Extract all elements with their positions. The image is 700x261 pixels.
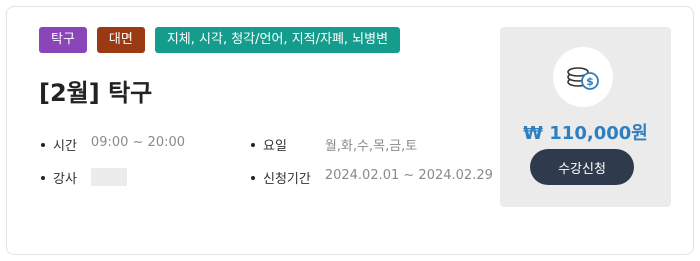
sport-badge: 탁구 <box>39 27 87 53</box>
info-right: 요일 월,화,수,목,금,토 신청기간 2024.02.01 ~ 2024.02… <box>251 135 493 187</box>
program-card: 탁구 대면 지체, 시각, 청각/언어, 지적/자폐, 뇌병변 [2월] 탁구 … <box>6 6 694 255</box>
time-value: 09:00 ~ 20:00 <box>90 135 186 150</box>
mode-badge: 대면 <box>96 27 145 53</box>
apply-button[interactable]: 수강신청 <box>530 149 634 185</box>
svg-text:$: $ <box>586 75 594 88</box>
day-value: 월,화,수,목,금,토 <box>324 139 418 154</box>
coin-stack-icon: $ <box>567 67 599 90</box>
day-label: 요일 <box>251 135 311 154</box>
period-value: 2024.02.01 ~ 2024.02.29 <box>324 168 493 183</box>
instructor-value <box>90 168 127 186</box>
price-icon-circle: $ <box>553 47 613 107</box>
period-label: 신청기간 <box>251 168 311 187</box>
time-label: 시간 <box>41 135 77 154</box>
instructor-label: 강사 <box>41 168 77 187</box>
badge-row: 탁구 대면 지체, 시각, 청각/언어, 지적/자폐, 뇌병변 <box>39 27 401 53</box>
price-value: ₩ 110,000원 <box>523 123 648 144</box>
info-left: 시간 09:00 ~ 20:00 강사 <box>41 135 185 187</box>
disability-type-badge: 지체, 시각, 청각/언어, 지적/자폐, 뇌병변 <box>154 27 401 53</box>
program-title: [2월] 탁구 <box>39 79 153 107</box>
price-panel: $ ₩ 110,000원 수강신청 <box>500 27 671 207</box>
